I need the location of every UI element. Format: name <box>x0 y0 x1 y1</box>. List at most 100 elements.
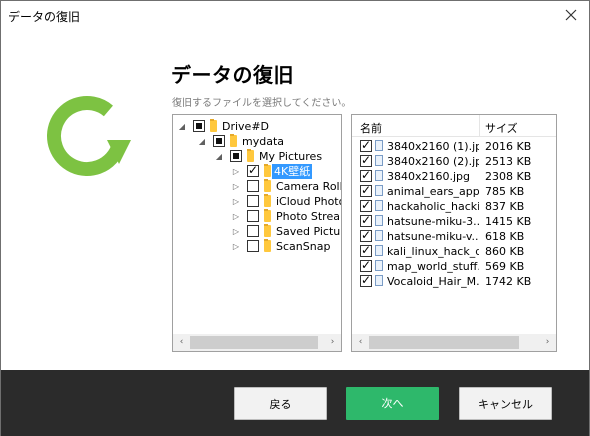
scroll-left-icon[interactable]: ‹ <box>173 334 190 351</box>
file-name: animal_ears_app... <box>387 185 479 198</box>
expand-arrow-icon[interactable]: ▷ <box>232 239 240 254</box>
image-file-icon <box>375 230 383 241</box>
close-icon <box>565 9 577 21</box>
footer-bar: 戻る 次へ キャンセル <box>1 370 589 436</box>
list-header: 名前 サイズ <box>352 115 556 137</box>
tree-checkbox[interactable] <box>230 150 242 162</box>
folder-icon <box>210 119 217 132</box>
tree-item-drive[interactable]: ◢ Drive#D <box>173 119 341 134</box>
page-subtitle: 復旧するファイルを選択してください。 <box>172 98 352 109</box>
image-file-icon <box>375 260 383 271</box>
cancel-button[interactable]: キャンセル <box>459 387 552 420</box>
tree-item-label: iCloud Photos <box>276 195 341 208</box>
tree-item-scansnap[interactable]: ▷ ScanSnap <box>173 239 341 254</box>
expand-arrow-icon[interactable]: ▷ <box>232 194 240 209</box>
image-file-icon <box>375 245 383 256</box>
tree-item-photo-stream[interactable]: ▷ Photo Stream <box>173 209 341 224</box>
title-bar: データの復旧 <box>1 1 589 30</box>
tree-item-saved-pictures[interactable]: ▷ Saved Pictures <box>173 224 341 239</box>
file-size: 860 KB <box>485 245 525 258</box>
expand-arrow-icon[interactable]: ▷ <box>232 164 240 179</box>
file-size: 2513 KB <box>485 155 532 168</box>
column-header-name[interactable]: 名前 <box>360 120 382 136</box>
file-checkbox[interactable] <box>360 273 372 287</box>
list-item[interactable]: kali_linux_hack_d... 860 KB <box>352 243 556 259</box>
tree-item-label: 4K壁紙 <box>272 164 313 179</box>
tree-checkbox[interactable] <box>247 180 259 192</box>
tree-checkbox[interactable] <box>247 210 259 222</box>
file-checkbox[interactable] <box>360 258 372 272</box>
tree-checkbox[interactable] <box>247 225 259 237</box>
tree-item-mydata[interactable]: ◢ mydata <box>173 134 341 149</box>
collapse-arrow-icon[interactable]: ◢ <box>198 134 206 149</box>
tree-item-label: Photo Stream <box>276 210 341 223</box>
folder-icon <box>264 224 271 237</box>
next-button[interactable]: 次へ <box>346 387 439 420</box>
scroll-right-icon[interactable]: › <box>324 334 341 351</box>
tree-item-my-pictures[interactable]: ◢ My Pictures <box>173 149 341 164</box>
folder-icon <box>264 164 271 177</box>
tree-item-label: ScanSnap <box>276 240 331 253</box>
tree-item-4k-wallpaper[interactable]: ▷ 4K壁紙 <box>173 163 341 179</box>
file-checkbox[interactable] <box>360 183 372 197</box>
folder-icon <box>247 149 254 162</box>
file-name: map_world_stuff... <box>387 260 479 273</box>
file-size: 1415 KB <box>485 215 532 228</box>
file-name: Vocaloid_Hair_M... <box>387 275 479 288</box>
list-item[interactable]: hatsune-miku-3... 1415 KB <box>352 213 556 229</box>
column-header-size[interactable]: サイズ <box>485 120 518 136</box>
file-name: hackaholic_hacki... <box>387 200 479 213</box>
tree-item-camera-roll[interactable]: ▷ Camera Roll <box>173 179 341 194</box>
file-list[interactable]: 名前 サイズ 3840x2160 (1).jpg 2016 KB 3840x21… <box>351 114 557 352</box>
folder-tree[interactable]: ◢ Drive#D ◢ mydata ◢ My Pictures ▷ 4K壁紙 … <box>172 114 342 352</box>
tree-checkbox[interactable] <box>247 163 259 177</box>
expand-arrow-icon[interactable]: ▷ <box>232 209 240 224</box>
file-name: 3840x2160 (2).jpg <box>387 155 479 168</box>
list-item[interactable]: animal_ears_app... 785 KB <box>352 183 556 199</box>
column-divider[interactable] <box>479 115 480 137</box>
tree-item-label: Camera Roll <box>276 180 342 193</box>
tree-item-icloud-photos[interactable]: ▷ iCloud Photos <box>173 194 341 209</box>
file-checkbox[interactable] <box>360 243 372 257</box>
expand-arrow-icon[interactable]: ▷ <box>232 179 240 194</box>
tree-checkbox[interactable] <box>247 240 259 252</box>
back-button[interactable]: 戻る <box>234 387 327 420</box>
file-checkbox[interactable] <box>360 198 372 212</box>
folder-icon <box>264 209 271 222</box>
image-file-icon <box>375 170 383 181</box>
file-name: kali_linux_hack_d... <box>387 245 479 258</box>
file-name: 3840x2160.jpg <box>387 170 471 183</box>
file-size: 569 KB <box>485 260 525 273</box>
file-size: 2016 KB <box>485 140 532 153</box>
file-checkbox[interactable] <box>360 228 372 242</box>
recovery-logo-icon <box>41 90 133 182</box>
expand-arrow-icon[interactable]: ▷ <box>232 224 240 239</box>
list-item[interactable]: 3840x2160 (1).jpg 2016 KB <box>352 138 556 154</box>
scrollbar-thumb[interactable] <box>190 336 318 349</box>
list-horizontal-scrollbar[interactable]: ‹ › <box>352 334 556 351</box>
file-checkbox[interactable] <box>360 213 372 227</box>
file-checkbox[interactable] <box>360 138 372 152</box>
list-item[interactable]: map_world_stuff... 569 KB <box>352 258 556 274</box>
scroll-left-icon[interactable]: ‹ <box>352 334 369 351</box>
folder-icon <box>264 194 271 207</box>
tree-checkbox[interactable] <box>247 195 259 207</box>
list-item[interactable]: 3840x2160 (2).jpg 2513 KB <box>352 153 556 169</box>
list-item[interactable]: hackaholic_hacki... 837 KB <box>352 198 556 214</box>
tree-item-label: mydata <box>242 135 285 148</box>
file-size: 785 KB <box>485 185 525 198</box>
collapse-arrow-icon[interactable]: ◢ <box>178 119 186 134</box>
tree-checkbox[interactable] <box>193 120 205 132</box>
list-item[interactable]: 3840x2160.jpg 2308 KB <box>352 168 556 184</box>
list-item[interactable]: Vocaloid_Hair_M... 1742 KB <box>352 273 556 289</box>
folder-icon <box>264 179 271 192</box>
close-button[interactable] <box>558 3 584 27</box>
list-item[interactable]: hatsune-miku-v... 618 KB <box>352 228 556 244</box>
scrollbar-thumb[interactable] <box>369 336 519 349</box>
tree-horizontal-scrollbar[interactable]: ‹ › <box>173 334 341 351</box>
collapse-arrow-icon[interactable]: ◢ <box>215 149 223 164</box>
scroll-right-icon[interactable]: › <box>539 334 556 351</box>
file-checkbox[interactable] <box>360 168 372 182</box>
file-checkbox[interactable] <box>360 153 372 167</box>
tree-checkbox[interactable] <box>213 135 225 147</box>
